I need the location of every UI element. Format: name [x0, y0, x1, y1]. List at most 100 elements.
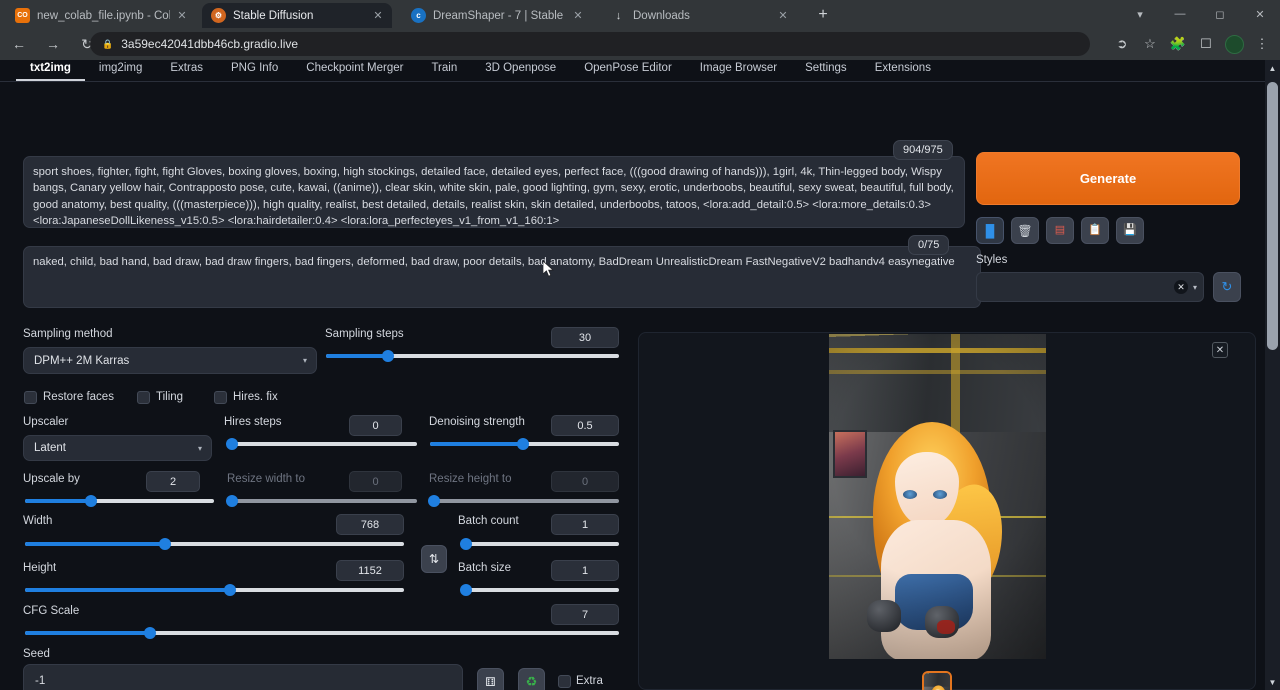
toolbar-right-icons: ➲ ☆ 🧩 ☐ ⋮	[1108, 30, 1276, 58]
sampling-method-select[interactable]: DPM++ 2M Karras ▾	[23, 347, 317, 374]
negative-prompt-input[interactable]: naked, child, bad hand, bad draw, bad dr…	[23, 246, 981, 308]
sampling-steps-slider[interactable]	[326, 349, 619, 363]
tab-checkpoint-merger[interactable]: Checkpoint Merger	[292, 60, 417, 79]
upscale-by-slider[interactable]	[25, 494, 214, 508]
hires-fix-label: Hires. fix	[233, 391, 278, 403]
profile-avatar[interactable]	[1220, 30, 1248, 58]
trash-icon[interactable]: 🗑	[1011, 217, 1039, 244]
forward-icon[interactable]: →	[38, 29, 68, 59]
minimize-icon[interactable]: —	[1160, 0, 1200, 28]
styles-select[interactable]: ✕ ▾	[976, 272, 1204, 302]
paste-arrow-icon[interactable]: █	[976, 217, 1004, 244]
scroll-up-icon[interactable]: ▲	[1265, 60, 1280, 76]
clear-styles-icon[interactable]: ✕	[1174, 280, 1188, 294]
denoising-strength-value[interactable]: 0.5	[551, 415, 619, 436]
scroll-down-icon[interactable]: ▼	[1265, 674, 1280, 690]
recycle-icon[interactable]: ♻	[518, 668, 545, 690]
hires-steps-value[interactable]: 0	[349, 415, 402, 436]
chevron-down-icon: ▾	[198, 444, 202, 453]
tiling-checkbox[interactable]	[137, 391, 150, 404]
back-icon[interactable]: ←	[4, 29, 34, 59]
denoising-strength-label: Denoising strength	[429, 416, 525, 428]
tab-extras[interactable]: Extras	[156, 60, 217, 79]
share-icon[interactable]: ➲	[1108, 30, 1136, 58]
sampling-steps-label: Sampling steps	[325, 328, 404, 340]
negative-token-counter: 0/75	[908, 235, 949, 255]
close-icon[interactable]: ✕	[1212, 342, 1228, 358]
resize-width-slider[interactable]	[228, 494, 417, 508]
seed-input[interactable]: -1	[23, 664, 463, 690]
refresh-styles-icon[interactable]: ↻	[1213, 272, 1241, 302]
extra-seed-label: Extra	[576, 675, 603, 687]
sampling-steps-value[interactable]: 30	[551, 327, 619, 348]
resize-width-value[interactable]: 0	[349, 471, 402, 492]
cfg-scale-label: CFG Scale	[23, 605, 79, 617]
width-slider[interactable]	[25, 537, 404, 551]
address-bar[interactable]: 🔒 3a59ec42041dbb46cb.gradio.live	[90, 32, 1090, 56]
close-icon[interactable]: ✕	[570, 8, 586, 24]
upscale-by-label: Upscale by	[23, 473, 80, 485]
tab-txt2img[interactable]: txt2img	[16, 60, 85, 81]
restore-faces-checkbox[interactable]	[24, 391, 37, 404]
maximize-icon[interactable]: ◻	[1200, 0, 1240, 28]
generate-button[interactable]: Generate	[976, 152, 1240, 205]
tab-3d-openpose[interactable]: 3D Openpose	[471, 60, 570, 79]
browser-tab-colab[interactable]: CO new_colab_file.ipynb - Colaborat ✕	[6, 3, 196, 28]
upscale-by-value[interactable]: 2	[146, 471, 200, 492]
batch-count-slider[interactable]	[461, 537, 619, 551]
close-window-icon[interactable]: ✕	[1240, 0, 1280, 28]
batch-size-value[interactable]: 1	[551, 560, 619, 581]
apply-style-icon[interactable]: 📋	[1081, 217, 1109, 244]
browser-tab-stable-diffusion[interactable]: ⚙ Stable Diffusion ✕	[202, 3, 392, 28]
new-tab-button[interactable]: +	[812, 4, 834, 26]
generated-image[interactable]	[829, 334, 1046, 659]
cfg-scale-value[interactable]: 7	[551, 604, 619, 625]
upscaler-select[interactable]: Latent ▾	[23, 435, 212, 461]
colab-icon: CO	[15, 8, 30, 23]
more-vertical-icon[interactable]: ⋮	[1248, 30, 1276, 58]
positive-prompt-input[interactable]: sport shoes, fighter, fight, fight Glove…	[23, 156, 965, 228]
tab-img2img[interactable]: img2img	[85, 60, 156, 79]
resize-height-value[interactable]: 0	[551, 471, 619, 492]
height-value[interactable]: 1152	[336, 560, 404, 581]
scrollbar-thumb[interactable]	[1267, 82, 1278, 350]
tab-extensions[interactable]: Extensions	[861, 60, 945, 79]
chevron-down-icon[interactable]: ▾	[1120, 0, 1160, 28]
bookmark-star-icon[interactable]: ☆	[1136, 30, 1164, 58]
tab-train[interactable]: Train	[417, 60, 471, 79]
page-scrollbar[interactable]: ▲ ▼	[1265, 60, 1280, 690]
gallery-thumbnail[interactable]	[922, 671, 952, 690]
extra-networks-icon[interactable]: ▤	[1046, 217, 1074, 244]
tab-settings[interactable]: Settings	[791, 60, 861, 79]
prompt-action-buttons: █ 🗑 ▤ 📋 💾	[976, 217, 1144, 244]
batch-count-value[interactable]: 1	[551, 514, 619, 535]
resize-width-label: Resize width to	[227, 473, 305, 485]
sidepanel-icon[interactable]: ☐	[1192, 30, 1220, 58]
batch-size-slider[interactable]	[461, 583, 619, 597]
hires-fix-checkbox[interactable]	[214, 391, 227, 404]
denoising-strength-slider[interactable]	[430, 437, 619, 451]
browser-tab-downloads[interactable]: ↓ Downloads ✕	[602, 3, 802, 28]
cfg-scale-slider[interactable]	[25, 626, 619, 640]
save-style-icon[interactable]: 💾	[1116, 217, 1144, 244]
seed-label: Seed	[23, 648, 50, 660]
sampling-method-label: Sampling method	[23, 328, 113, 340]
height-slider[interactable]	[25, 583, 404, 597]
address-bar-url: 3a59ec42041dbb46cb.gradio.live	[121, 37, 298, 51]
extensions-puzzle-icon[interactable]: 🧩	[1164, 30, 1192, 58]
close-icon[interactable]: ✕	[370, 8, 386, 24]
tab-image-browser[interactable]: Image Browser	[686, 60, 791, 79]
extra-seed-checkbox[interactable]	[558, 675, 571, 688]
swap-dimensions-button[interactable]: ⇅	[421, 545, 447, 573]
hires-steps-slider[interactable]	[228, 437, 417, 451]
tab-png-info[interactable]: PNG Info	[217, 60, 292, 79]
tab-openpose-editor[interactable]: OpenPose Editor	[570, 60, 686, 79]
width-value[interactable]: 768	[336, 514, 404, 535]
resize-height-slider[interactable]	[430, 494, 619, 508]
close-icon[interactable]: ✕	[174, 8, 190, 24]
dice-icon[interactable]: ⚅	[477, 668, 504, 690]
chevron-down-icon[interactable]: ▾	[1193, 283, 1197, 292]
close-icon[interactable]: ✕	[775, 8, 791, 24]
browser-tab-dreamshaper[interactable]: c DreamShaper - 7 | Stable Diffusio ✕	[402, 3, 592, 28]
tab-title: DreamShaper - 7 | Stable Diffusio	[433, 10, 566, 22]
